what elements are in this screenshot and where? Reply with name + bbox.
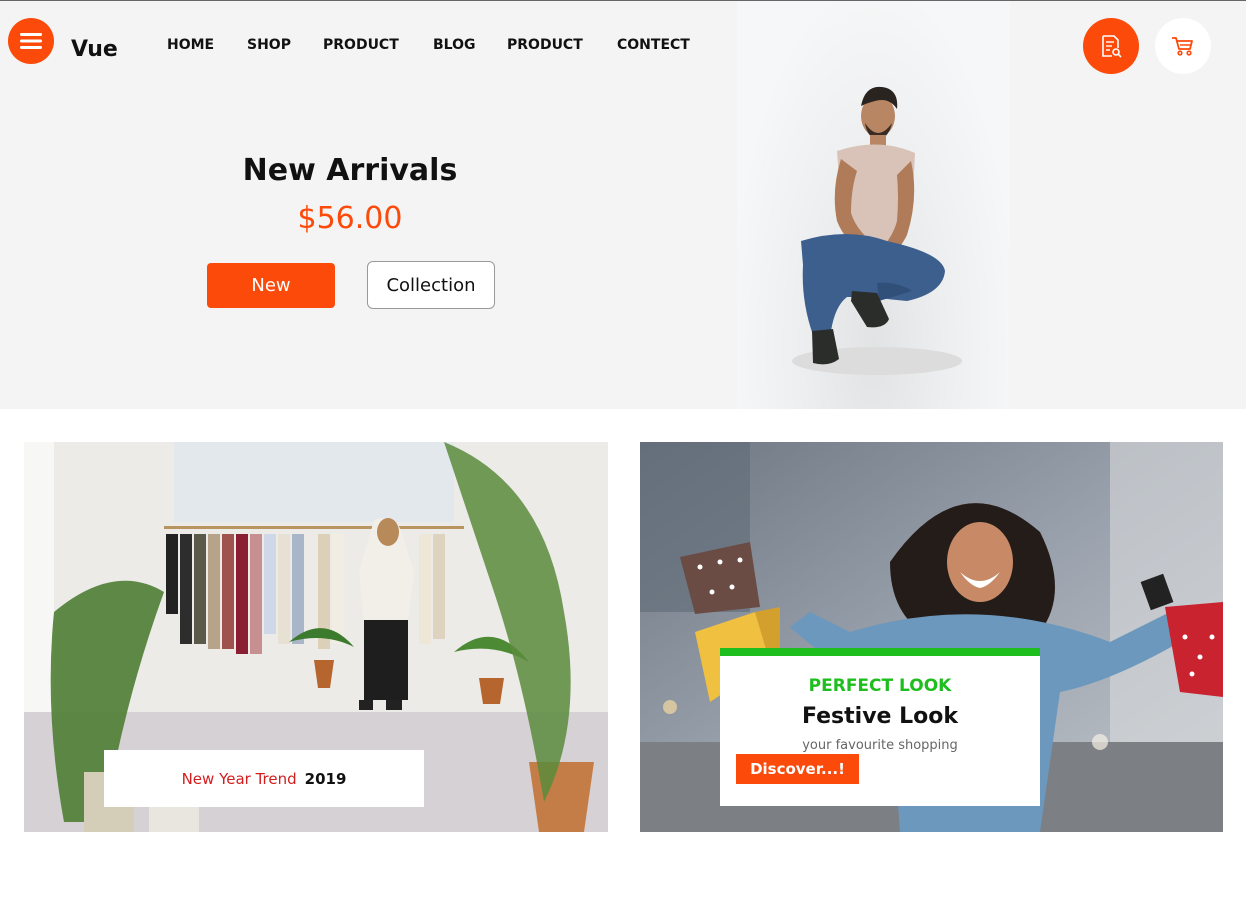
- hero-section: Vue HOME SHOP PRODUCT BLOG PRODUCT CONTE…: [0, 1, 1246, 409]
- nav-shop[interactable]: SHOP: [247, 37, 323, 53]
- nav-blog[interactable]: BLOG: [433, 37, 507, 53]
- hamburger-icon: [20, 33, 42, 49]
- discover-button[interactable]: Discover...!: [736, 754, 859, 784]
- document-search-icon: [1102, 35, 1122, 58]
- new-year-trend-banner[interactable]: New Year Trend 2019: [24, 442, 608, 832]
- festive-look-banner[interactable]: PERFECT LOOK Festive Look your favourite…: [640, 442, 1223, 832]
- hero-price: $56.00: [297, 201, 403, 236]
- page: Vue HOME SHOP PRODUCT BLOG PRODUCT CONTE…: [0, 0, 1246, 902]
- perfect-look-eyebrow: PERFECT LOOK: [808, 676, 952, 696]
- hero-title: New Arrivals: [242, 153, 458, 188]
- cart-button[interactable]: [1155, 18, 1211, 74]
- new-year-trend-label: New Year Trend 2019: [104, 750, 424, 807]
- main-nav: HOME SHOP PRODUCT BLOG PRODUCT CONTECT: [167, 37, 707, 53]
- festive-look-panel: PERFECT LOOK Festive Look your favourite…: [720, 648, 1040, 806]
- crouching-man-illustration: [792, 86, 962, 375]
- cart-icon: [1172, 37, 1193, 56]
- festive-look-title: Festive Look: [801, 704, 958, 729]
- nav-product[interactable]: PRODUCT: [323, 37, 433, 53]
- nav-home[interactable]: HOME: [167, 37, 247, 53]
- hero-model-photo: [737, 1, 1010, 409]
- brand-logo[interactable]: Vue: [71, 37, 118, 62]
- festive-look-subtitle: your favourite shopping: [802, 738, 958, 753]
- nav-product-2[interactable]: PRODUCT: [507, 37, 617, 53]
- nav-contact[interactable]: CONTECT: [617, 37, 707, 53]
- trend-year: 2019: [304, 769, 347, 788]
- trend-label: New Year Trend: [181, 769, 297, 788]
- collection-button[interactable]: Collection: [367, 261, 495, 309]
- menu-button[interactable]: [8, 18, 54, 64]
- document-search-button[interactable]: [1083, 18, 1139, 74]
- new-button[interactable]: New: [207, 263, 335, 308]
